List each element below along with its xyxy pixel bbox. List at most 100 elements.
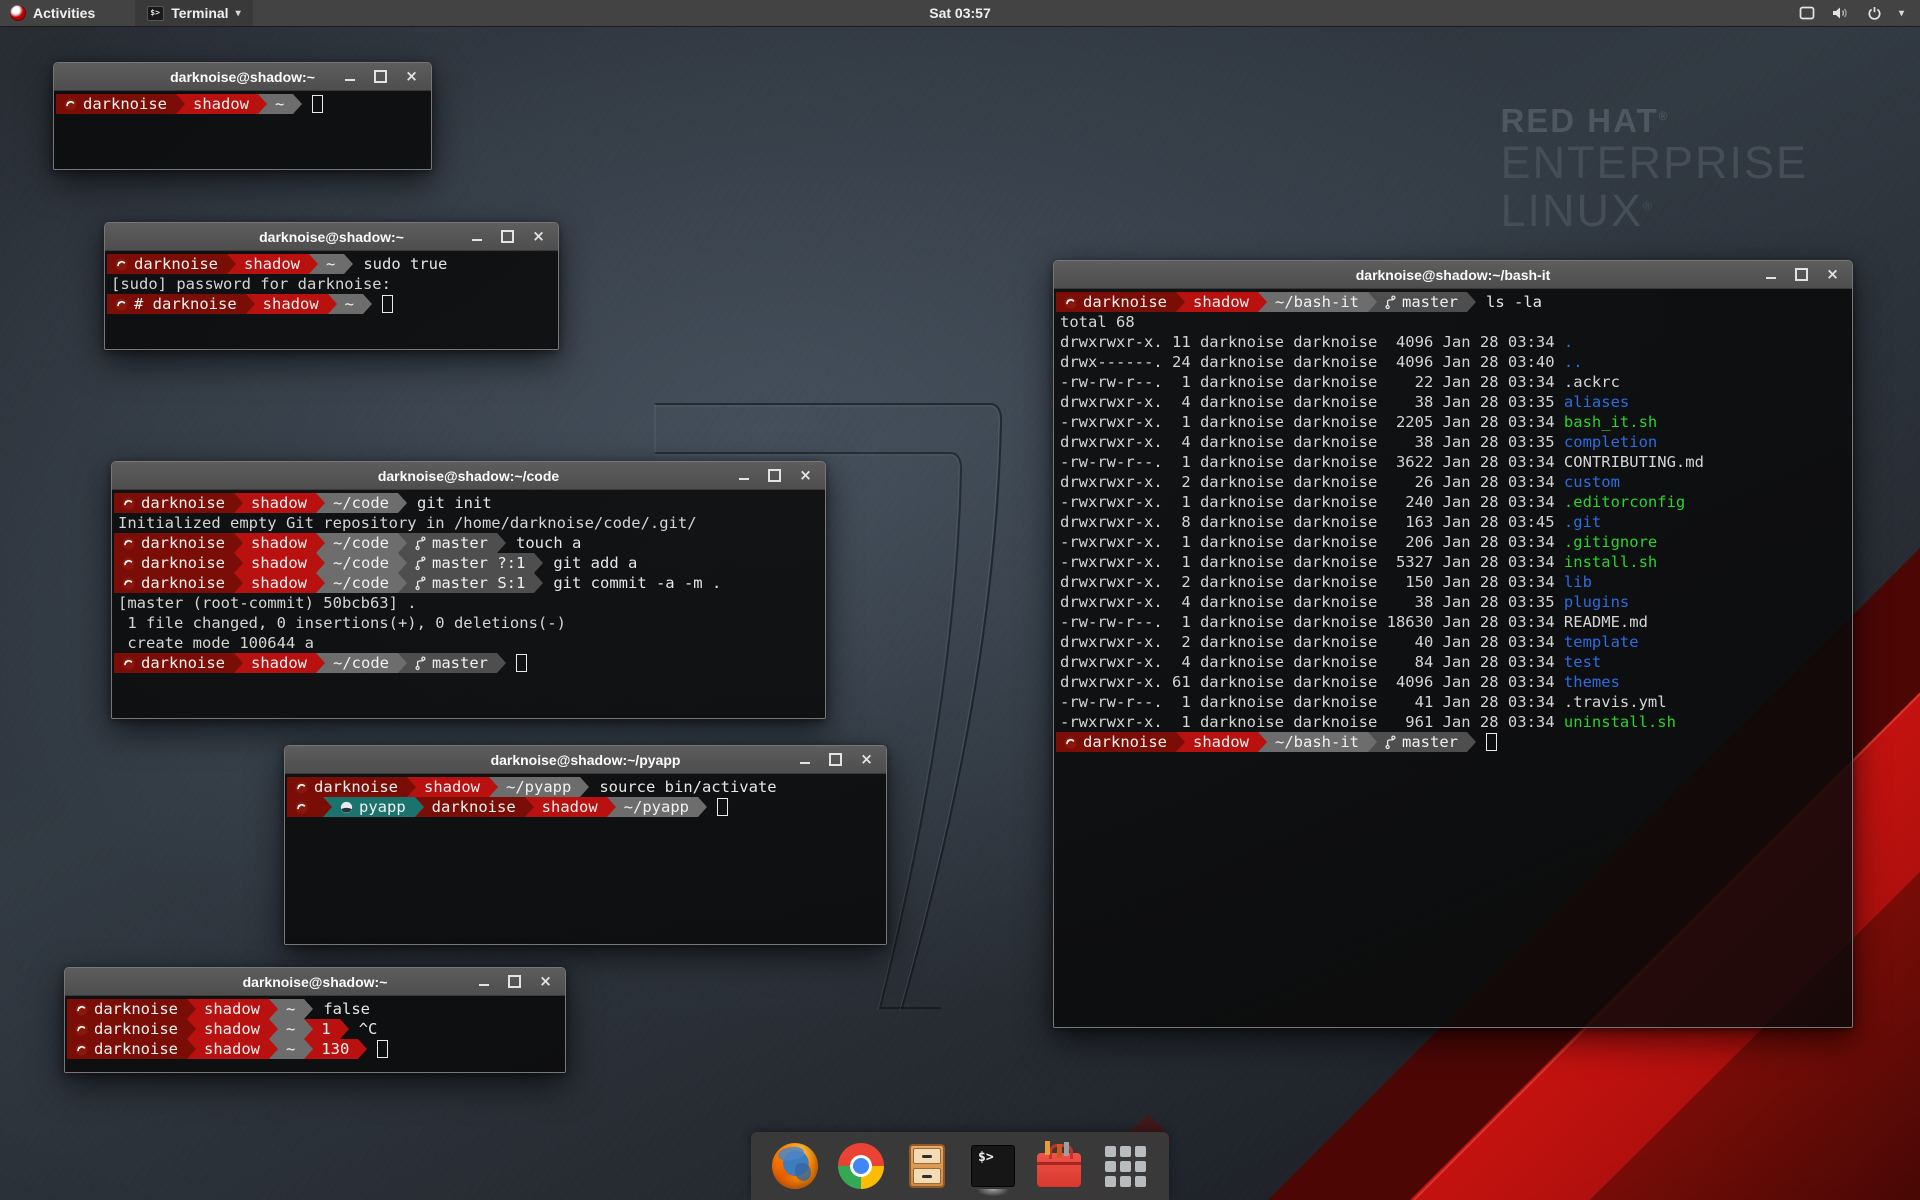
minimize-icon [472,239,482,241]
window-titlebar[interactable]: darknoise@shadow:~× [65,968,565,996]
terminal-prompt-line: darknoiseshadow~130 [67,1039,559,1059]
maximize-button[interactable] [372,68,389,85]
powerline-arrow [363,294,372,314]
ls-entry-name: install.sh [1564,553,1657,571]
powerline-arrow [1467,732,1476,752]
powerline-separator-icon [525,797,534,817]
dock-item-app-grid[interactable] [1101,1142,1149,1190]
powerline-arrow [1258,292,1267,312]
maximize-icon [508,975,521,988]
prompt-segment-label: ~ [286,1019,295,1039]
volume-icon[interactable] [1832,0,1850,26]
minimize-button[interactable] [468,228,485,245]
powerline-separator-icon [258,94,267,114]
prompt-segment-label: master ?:1 [432,553,525,573]
terminal-window-5: darknoise@shadow:~/bash-it×darknoiseshad… [1053,260,1853,1028]
terminal-window-2: darknoise@shadow:~/code×darknoiseshadow~… [111,461,826,719]
ls-entry-row: drwxrwxr-x. 2 darknoise darknoise 26 Jan… [1056,472,1846,492]
ls-entry-row: -rw-rw-r--. 1 darknoise darknoise 41 Jan… [1056,692,1846,712]
clock-label[interactable]: Sat 03:57 [929,5,990,21]
ls-entry-details: -rw-rw-r--. 1 darknoise darknoise 3622 J… [1060,453,1564,471]
powerline-arrow [497,533,506,553]
window-titlebar[interactable]: darknoise@shadow:~/code× [112,462,825,490]
ls-entry-row: -rwxrwxr-x. 1 darknoise darknoise 206 Ja… [1056,532,1846,552]
terminal-content[interactable]: darknoiseshadow~sudo true[sudo] password… [105,251,558,349]
powerline-arrow [415,797,424,817]
terminal-prompt-line: darknoiseshadow~/bash-itmaster [1056,732,1846,752]
powerline-separator-icon [316,533,325,553]
close-button[interactable]: × [797,467,814,484]
chevron-down-icon[interactable]: ▾ [1899,0,1904,26]
powerline-arrow [398,573,407,593]
ls-entry-name: .ackrc [1564,373,1620,391]
window-titlebar[interactable]: darknoise@shadow:~/pyapp× [285,746,886,774]
minimize-button[interactable] [735,467,752,484]
terminal-content[interactable]: darknoiseshadow~/pyappsource bin/activat… [285,774,886,944]
dock-item-chrome[interactable] [837,1142,885,1190]
close-button[interactable]: × [530,228,547,245]
prompt-segment-label: darknoise [314,777,398,797]
terminal-prompt-line: darknoiseshadow~false [67,999,559,1019]
powerline-arrow [316,533,325,553]
terminal-content[interactable]: darknoiseshadow~ [54,91,431,169]
minimize-button[interactable] [1762,266,1779,283]
close-button[interactable]: × [858,751,875,768]
powerline-separator-icon [534,573,543,593]
powerline-separator-icon [497,653,506,673]
close-button[interactable]: × [1824,266,1841,283]
prompt-segment-label: ~/pyapp [624,797,689,817]
powerline-separator-icon [398,573,407,593]
dock-item-toolbox[interactable] [1035,1142,1083,1190]
powerline-separator-icon [316,573,325,593]
close-button[interactable]: × [537,973,554,990]
terminal-output-line: Initialized empty Git repository in /hom… [114,513,819,533]
prompt-segment: darknoise [67,999,187,1019]
activities-button[interactable]: Activities [0,0,107,26]
powerline-separator-icon [415,797,424,817]
powerline-separator-icon [234,553,243,573]
app-menu-terminal[interactable]: $> Terminal ▾ [135,0,252,26]
ls-entry-name: template [1564,633,1639,651]
prompt-segment-label: darknoise [141,533,225,553]
terminal-content[interactable]: darknoiseshadow~/codegit initInitialized… [112,490,825,718]
minimize-button[interactable] [796,751,813,768]
powerline-arrow [316,653,325,673]
powerline-separator-icon [398,493,407,513]
maximize-button[interactable] [827,751,844,768]
powerline-separator-icon [176,94,185,114]
command-text: touch a [516,533,581,553]
prompt-segment: ~ [318,254,344,274]
dock-item-files[interactable] [903,1142,951,1190]
window-titlebar[interactable]: darknoise@shadow:~/bash-it× [1054,261,1852,289]
close-button[interactable]: × [403,68,420,85]
distro-swirl-icon [64,98,77,111]
maximize-button[interactable] [506,973,523,990]
window-titlebar[interactable]: darknoise@shadow:~× [54,63,431,91]
terminal-content[interactable]: darknoiseshadow~falsedarknoiseshadow~1^C… [65,996,565,1072]
maximize-button[interactable] [1793,266,1810,283]
minimize-button[interactable] [475,973,492,990]
maximize-button[interactable] [766,467,783,484]
maximize-button[interactable] [499,228,516,245]
window-titlebar[interactable]: darknoise@shadow:~× [105,223,558,251]
prompt-segment: ~/pyapp [616,797,698,817]
powerline-separator-icon [497,533,506,553]
minimize-icon [479,984,489,986]
distro-swirl-icon [295,781,308,794]
command-text: git add a [553,553,637,573]
distro-swirl-icon [115,298,128,311]
dock-item-firefox[interactable] [771,1142,819,1190]
prompt-segment-label: shadow [251,533,307,553]
minimize-button[interactable] [341,68,358,85]
prompt-segment-label: 130 [321,1039,349,1059]
dock-item-terminal[interactable]: $> [969,1142,1017,1190]
prompt-segment-label: ~ [275,94,284,114]
display-icon[interactable] [1799,0,1815,26]
prompt-segment: darknoise [424,797,525,817]
ls-entry-details: drwxrwxr-x. 2 darknoise darknoise 26 Jan… [1060,473,1564,491]
prompt-segment: darknoise [114,573,234,593]
app-grid-icon [1105,1146,1146,1187]
ls-entry-details: drwxrwxr-x. 4 darknoise darknoise 38 Jan… [1060,433,1564,451]
power-icon[interactable] [1867,0,1882,26]
terminal-content[interactable]: darknoiseshadow~/bash-itmasterls -latota… [1054,289,1852,1027]
